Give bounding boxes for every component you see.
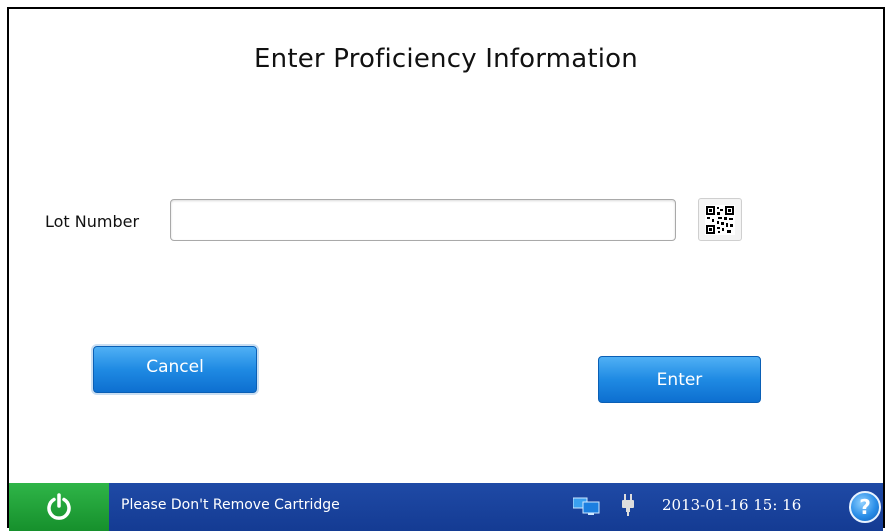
qr-code-icon	[705, 204, 735, 235]
help-icon: ?	[859, 495, 871, 519]
app-frame: Enter Proficiency Information Lot Number…	[7, 7, 885, 528]
lot-number-input[interactable]	[170, 199, 676, 241]
datetime-display: 2013-01-16 15: 16	[662, 496, 802, 514]
cancel-button[interactable]: Cancel	[93, 346, 257, 393]
power-plug-icon	[622, 494, 634, 516]
status-bar: Please Don't Remove Cartridge 2013-01-16…	[9, 483, 883, 531]
scan-qr-button[interactable]	[698, 198, 742, 241]
page-title: Enter Proficiency Information	[254, 44, 638, 74]
power-icon	[47, 493, 71, 520]
network-icon	[573, 497, 600, 515]
help-button[interactable]: ?	[849, 491, 881, 523]
power-button[interactable]	[9, 483, 109, 531]
lot-number-label: Lot Number	[45, 212, 140, 231]
status-message: Please Don't Remove Cartridge	[121, 497, 340, 513]
enter-button[interactable]: Enter	[598, 356, 761, 403]
